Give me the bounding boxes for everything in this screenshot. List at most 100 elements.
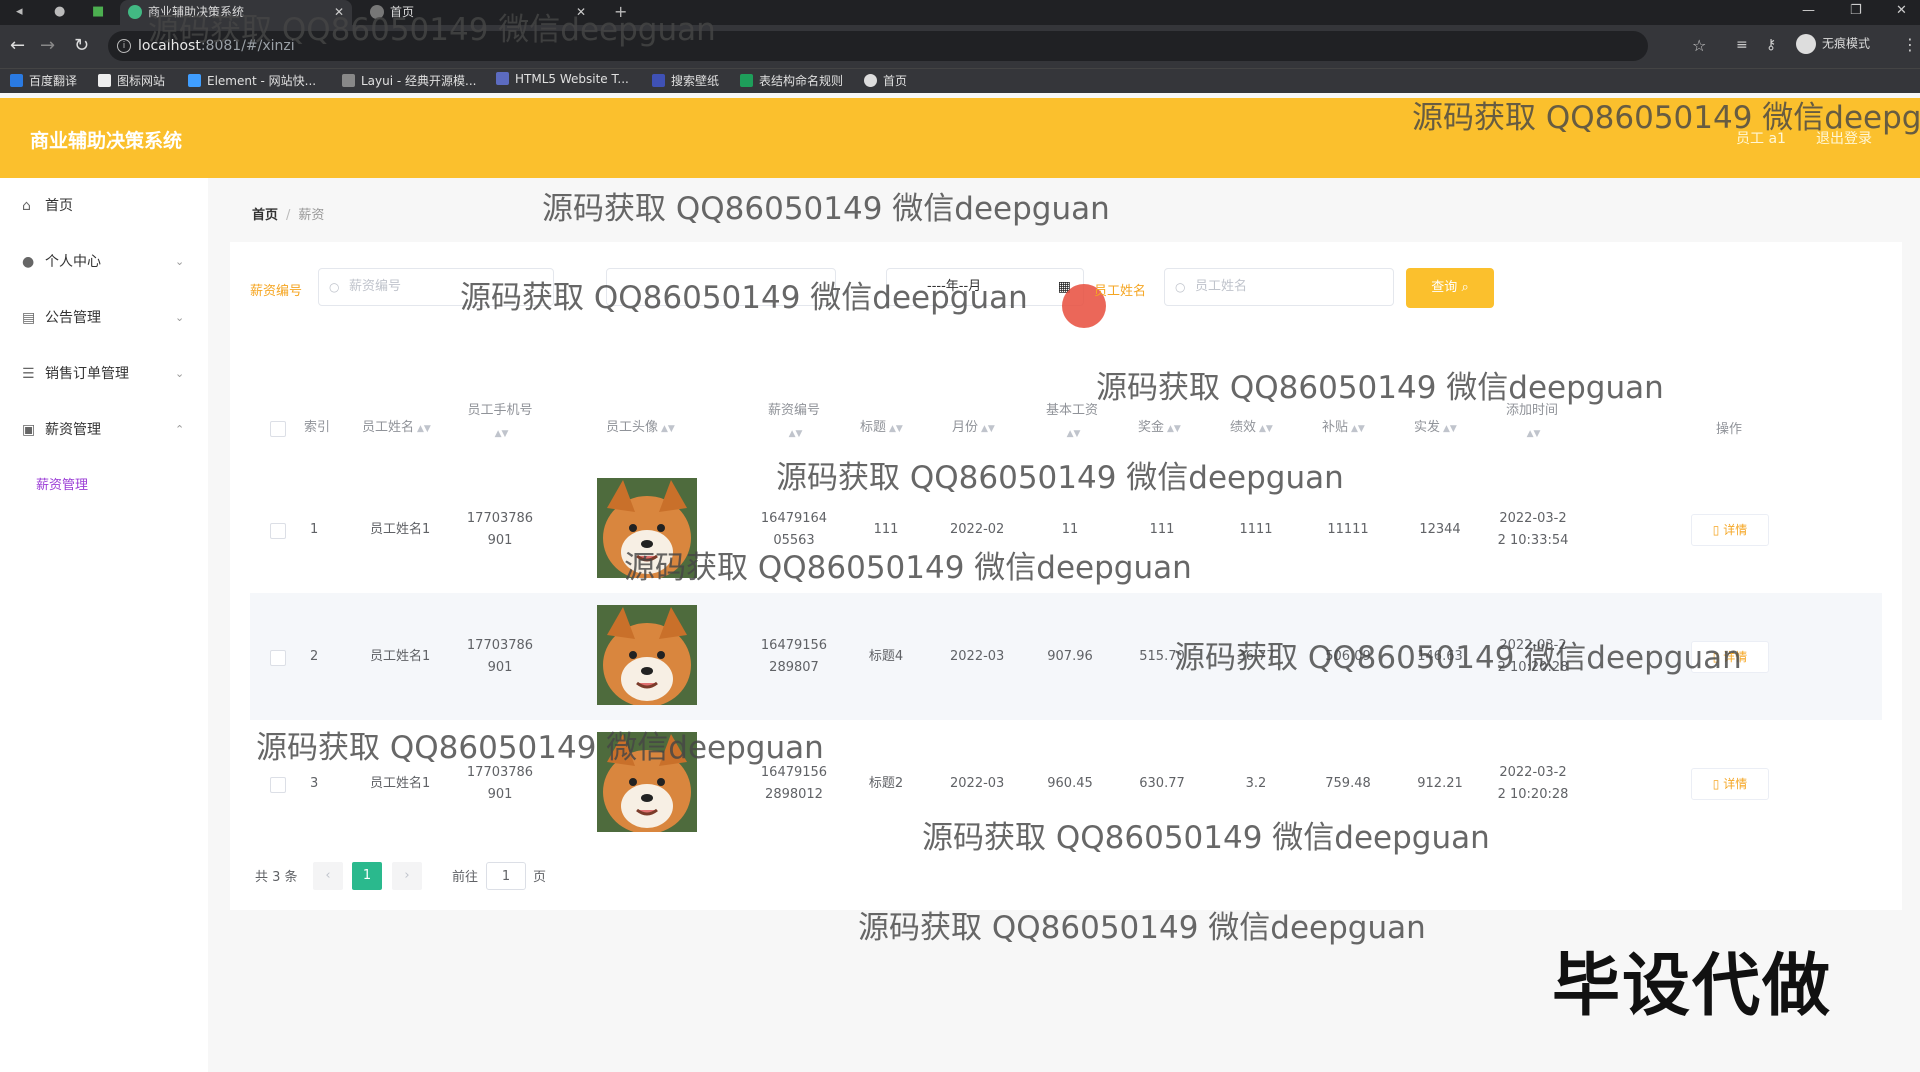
bookmark-item[interactable]: 搜索壁纸	[652, 72, 719, 89]
chevron-up-icon: ⌃	[175, 423, 185, 436]
bookmark-item[interactable]: 首页	[864, 72, 907, 89]
chevron-down-icon: ⌄	[175, 367, 185, 380]
watermark-text: 源码获取 QQ86050149 微信deepguan	[1096, 370, 1664, 406]
watermark-text: 源码获取 QQ86050149 微信deepguan	[776, 460, 1344, 496]
watermark-text: 源码获取 QQ86050149 微信deepguan	[148, 12, 716, 48]
document-icon: ▯	[1712, 777, 1720, 791]
incognito-icon	[1796, 34, 1816, 54]
col-actual[interactable]: 实发 ▲▼	[1414, 417, 1457, 440]
cell-base-salary: 907.96	[1047, 649, 1093, 664]
cell-salary-no: 16479156 2898012	[760, 765, 828, 802]
col-name[interactable]: 员工姓名 ▲▼	[362, 417, 431, 440]
bookmark-item[interactable]: Layui - 经典开源模...	[342, 72, 476, 89]
sidebar-item-salary[interactable]: ▣ 薪资管理 ⌃	[0, 402, 208, 458]
goto-page-input[interactable]: 1	[486, 862, 526, 890]
pagination-total: 共 3 条	[255, 870, 298, 885]
goto-label: 前往	[452, 870, 479, 885]
employee-name-input[interactable]: ○ 员工姓名	[1164, 268, 1394, 306]
page-number-active[interactable]: 1	[352, 862, 382, 890]
row-checkbox[interactable]	[270, 650, 286, 666]
employee-name-placeholder: 员工姓名	[1195, 279, 1248, 294]
watermark-text: 源码获取 QQ86050149 微信deepguan	[460, 280, 1028, 316]
col-salary-no[interactable]: 薪资编号 ▲▼	[748, 400, 840, 445]
cell-index: 3	[310, 776, 319, 791]
cell-name: 员工姓名1	[370, 522, 431, 537]
sort-icon[interactable]: ▲▼	[1351, 424, 1365, 434]
bookmark-star-icon[interactable]: ☆	[1692, 36, 1706, 55]
promo-stamp-text: 毕设代做	[1552, 947, 1833, 1026]
sort-icon[interactable]: ▲▼	[661, 424, 675, 434]
wallpaper-icon	[652, 74, 665, 87]
cell-title: 111	[873, 522, 899, 537]
incognito-profile[interactable]: 无痕模式	[1796, 34, 1870, 54]
media-icon[interactable]: ◂	[16, 4, 23, 19]
key-icon[interactable]: ⚷	[1766, 37, 1776, 53]
back-icon[interactable]: ←	[10, 35, 25, 56]
sidebar-item-orders[interactable]: ☰ 销售订单管理 ⌄	[0, 346, 208, 402]
bookmark-item[interactable]: 百度翻译	[10, 72, 77, 89]
bookmark-item[interactable]: Element - 网站快...	[188, 72, 316, 89]
bookmark-item[interactable]: 表结构命名规则	[740, 72, 843, 89]
more-menu-icon[interactable]: ⋮	[1902, 35, 1918, 54]
document-icon: ▯	[1712, 523, 1720, 537]
col-avatar[interactable]: 员工头像 ▲▼	[606, 417, 675, 440]
restore-icon[interactable]: ❐	[1850, 3, 1862, 18]
cell-name: 员工姓名1	[370, 776, 431, 791]
col-bonus[interactable]: 奖金 ▲▼	[1138, 417, 1181, 440]
breadcrumb: 首页 / 薪资	[252, 204, 324, 223]
globe-icon	[864, 74, 877, 87]
sidebar-item-notice[interactable]: ▤ 公告管理 ⌄	[0, 290, 208, 346]
sort-icon[interactable]: ▲▼	[789, 429, 803, 439]
sidebar-item-profile[interactable]: ● 个人中心 ⌄	[0, 234, 208, 290]
sort-icon[interactable]: ▲▼	[981, 424, 995, 434]
salary-icon: ▣	[22, 422, 36, 438]
sort-icon[interactable]: ▲▼	[1527, 429, 1541, 439]
sort-icon[interactable]: ▲▼	[1443, 424, 1457, 434]
sort-icon[interactable]: ▲▼	[1067, 429, 1081, 439]
detail-button[interactable]: ▯ 详情	[1691, 514, 1769, 546]
prev-page-button[interactable]: ‹	[313, 862, 343, 890]
cell-phone: 17703786 901	[466, 511, 534, 548]
reload-icon[interactable]: ↻	[74, 35, 89, 56]
minimize-icon[interactable]: —	[1802, 3, 1815, 18]
shiba-dog-image	[597, 605, 697, 705]
app-tab-icon[interactable]: ■	[92, 4, 104, 19]
bookmark-item[interactable]: HTML5 Website T...	[496, 72, 629, 86]
breadcrumb-home[interactable]: 首页	[252, 208, 278, 223]
select-all-checkbox[interactable]	[270, 421, 286, 437]
cell-index: 2	[310, 649, 319, 664]
sidebar-subitem-salary[interactable]: 薪资管理	[36, 474, 88, 493]
row-checkbox[interactable]	[270, 523, 286, 539]
col-phone[interactable]: 员工手机号 ▲▼	[454, 400, 546, 445]
bookmark-item[interactable]: 图标网站	[98, 72, 165, 89]
query-button[interactable]: 查询 ⌕	[1406, 268, 1494, 308]
reading-list-icon[interactable]: ≡	[1736, 37, 1748, 53]
col-subsidy[interactable]: 补贴 ▲▼	[1322, 417, 1365, 440]
chevron-down-icon: ⌄	[175, 255, 185, 268]
cell-subsidy: 759.48	[1325, 776, 1371, 791]
cell-base-salary: 11	[1061, 522, 1079, 537]
info-icon[interactable]: i	[117, 39, 131, 53]
translate-icon	[10, 74, 23, 87]
globe-icon[interactable]: ●	[54, 4, 65, 19]
sort-icon[interactable]: ▲▼	[1259, 424, 1273, 434]
employee-name-label: 员工姓名	[1094, 284, 1147, 299]
forward-icon[interactable]: →	[40, 35, 55, 56]
next-page-button[interactable]: ›	[392, 862, 422, 890]
flag-icon	[98, 74, 111, 87]
cell-subsidy: 11111	[1327, 522, 1369, 537]
detail-button[interactable]: ▯ 详情	[1691, 768, 1769, 800]
sort-icon[interactable]: ▲▼	[1167, 424, 1181, 434]
sort-icon[interactable]: ▲▼	[495, 429, 509, 439]
sort-icon[interactable]: ▲▼	[417, 424, 431, 434]
search-icon: ⌕	[1461, 280, 1469, 295]
col-month[interactable]: 月份 ▲▼	[952, 417, 995, 440]
window-close-icon[interactable]: ✕	[1896, 3, 1907, 18]
col-title[interactable]: 标题 ▲▼	[860, 417, 903, 440]
sort-icon[interactable]: ▲▼	[889, 424, 903, 434]
sidebar-item-home[interactable]: ⌂ 首页	[0, 178, 208, 234]
col-performance[interactable]: 绩效 ▲▼	[1230, 417, 1273, 440]
row-checkbox[interactable]	[270, 777, 286, 793]
col-action: 操作	[1716, 422, 1743, 437]
cell-title: 标题4	[868, 649, 904, 664]
